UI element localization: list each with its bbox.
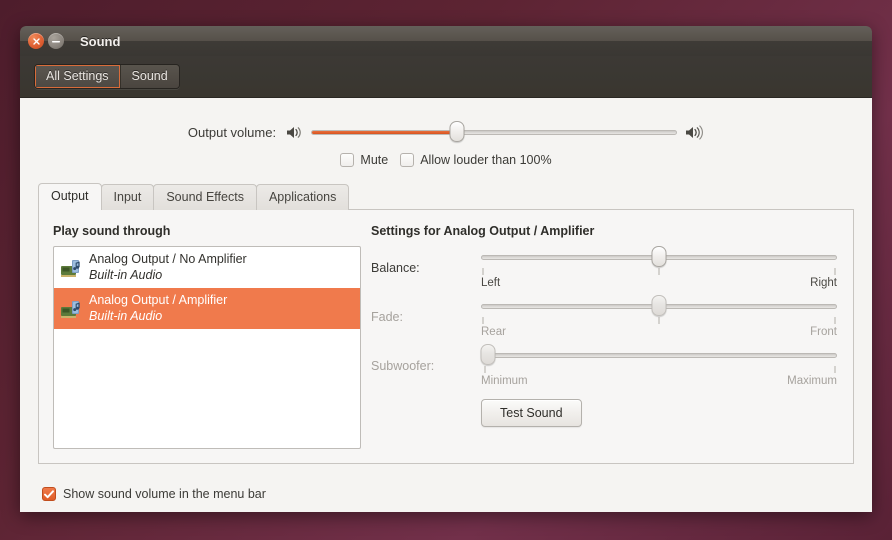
- minimize-glyph: [52, 40, 60, 42]
- breadcrumb-toolbar: All Settings Sound: [20, 56, 872, 98]
- subwoofer-end-labels: Minimum Maximum: [481, 375, 837, 387]
- device-text: Analog Output / Amplifier Built-in Audio: [89, 293, 227, 324]
- subwoofer-ticks: [481, 366, 837, 375]
- fade-field: Rear Front: [481, 295, 837, 338]
- mute-label: Mute: [360, 153, 389, 167]
- subwoofer-line: Subwoofer: Minimum Maximum: [371, 344, 837, 387]
- fade-line: Fade: Rear Front: [371, 295, 837, 338]
- device-list[interactable]: Analog Output / No Amplifier Built-in Au…: [53, 246, 361, 449]
- window-title: Sound: [80, 33, 121, 49]
- tick-right: [834, 317, 836, 324]
- window-content: Output volume: Mute Allow louder than 10…: [20, 98, 872, 512]
- tick-center: [658, 268, 660, 275]
- mute-checkbox-item[interactable]: Mute: [340, 153, 388, 167]
- device-name: Analog Output / Amplifier: [89, 293, 228, 308]
- output-volume-label: Output volume:: [187, 124, 277, 140]
- balance-end-labels: Left Right: [481, 277, 837, 289]
- balance-slider-group: Balance: Left Right: [371, 246, 837, 289]
- tick-left: [482, 317, 484, 324]
- volume-fill: [312, 130, 458, 134]
- balance-ticks: [481, 268, 837, 277]
- balance-line: Balance: Left Right: [371, 246, 837, 289]
- fade-slider-group: Fade: Rear Front: [371, 295, 837, 338]
- volume-handle[interactable]: [449, 121, 465, 142]
- fade-left-label: Rear: [481, 326, 506, 338]
- balance-left-label: Left: [481, 277, 501, 289]
- breadcrumb-sound[interactable]: Sound: [120, 65, 179, 88]
- sound-card-icon: [61, 300, 80, 318]
- allow-louder-checkbox[interactable]: [400, 153, 415, 167]
- tick-left: [482, 268, 484, 275]
- device-list-column: Play sound through Analog Output / No Am…: [53, 224, 361, 449]
- minimize-icon[interactable]: [48, 33, 64, 49]
- test-sound-button[interactable]: Test Sound: [481, 399, 582, 427]
- speaker-low-icon: [287, 126, 301, 138]
- subwoofer-field: Minimum Maximum: [480, 344, 837, 387]
- tab-output[interactable]: Output: [38, 183, 102, 210]
- close-icon[interactable]: [28, 33, 44, 49]
- window-titlebar: Sound: [20, 26, 872, 56]
- device-subtitle: Built-in Audio: [89, 308, 163, 323]
- tab-applications[interactable]: Applications: [255, 184, 350, 210]
- subwoofer-label: Subwoofer:: [371, 359, 435, 373]
- subwoofer-right-label: Maximum: [787, 375, 837, 387]
- output-tab-panel: Play sound through Analog Output / No Am…: [38, 209, 854, 464]
- device-subtitle: Built-in Audio: [89, 267, 163, 282]
- balance-handle[interactable]: [651, 246, 667, 267]
- tabs-area: Output Input Sound Effects Applications …: [38, 183, 854, 464]
- breadcrumb-all-settings[interactable]: All Settings: [35, 65, 121, 88]
- breadcrumb: All Settings Sound: [34, 64, 180, 89]
- play-sound-through-title: Play sound through: [53, 224, 171, 238]
- fade-end-labels: Rear Front: [481, 326, 837, 338]
- check-icon: [44, 489, 54, 498]
- tick-right: [834, 366, 836, 373]
- tabstrip: Output Input Sound Effects Applications: [38, 183, 854, 210]
- allow-louder-label: Allow louder than 100%: [420, 153, 552, 167]
- fade-slider: [481, 295, 837, 316]
- output-volume-row: Output volume:: [20, 121, 872, 142]
- allow-louder-checkbox-item[interactable]: Allow louder than 100%: [400, 153, 552, 167]
- device-text: Analog Output / No Amplifier Built-in Au…: [89, 252, 247, 283]
- mute-checkbox[interactable]: [340, 153, 355, 167]
- show-volume-menubar-checkbox[interactable]: [42, 487, 56, 501]
- close-glyph: [32, 37, 40, 45]
- fade-ticks: [481, 317, 837, 326]
- balance-label: Balance:: [371, 261, 420, 275]
- tab-input[interactable]: Input: [100, 184, 155, 210]
- device-name: Analog Output / No Amplifier: [89, 252, 247, 267]
- test-sound-row: Test Sound: [371, 399, 837, 427]
- subwoofer-trough: [481, 352, 837, 358]
- subwoofer-handle: [480, 344, 496, 365]
- fade-right-label: Front: [810, 326, 837, 338]
- subwoofer-slider-group: Subwoofer: Minimum Maximum: [371, 344, 837, 387]
- output-volume-slider[interactable]: [311, 121, 678, 142]
- sound-settings-window: Sound All Settings Sound Output volume:: [20, 26, 872, 512]
- balance-slider[interactable]: [481, 246, 837, 267]
- balance-field: Left Right: [481, 246, 837, 289]
- sound-card-icon: [61, 259, 80, 277]
- speaker-high-icon: [686, 124, 704, 140]
- menu-bar-option-row: Show sound volume in the menu bar: [20, 464, 872, 512]
- list-item[interactable]: Analog Output / Amplifier Built-in Audio: [54, 288, 360, 329]
- settings-column: Settings for Analog Output / Amplifier B…: [361, 224, 837, 449]
- tab-sound-effects[interactable]: Sound Effects: [153, 184, 257, 210]
- tick-right: [834, 268, 836, 275]
- subwoofer-left-label: Minimum: [481, 375, 528, 387]
- tick-left: [484, 366, 486, 373]
- volume-options-row: Mute Allow louder than 100%: [20, 153, 872, 167]
- balance-right-label: Right: [810, 277, 837, 289]
- show-volume-menubar-label: Show sound volume in the menu bar: [63, 487, 266, 501]
- fade-handle: [651, 295, 667, 316]
- volume-trough: [311, 129, 678, 135]
- subwoofer-slider: [480, 344, 837, 365]
- tick-center: [658, 317, 660, 324]
- list-item[interactable]: Analog Output / No Amplifier Built-in Au…: [54, 247, 360, 288]
- settings-title: Settings for Analog Output / Amplifier: [371, 224, 595, 238]
- fade-label: Fade:: [371, 310, 403, 324]
